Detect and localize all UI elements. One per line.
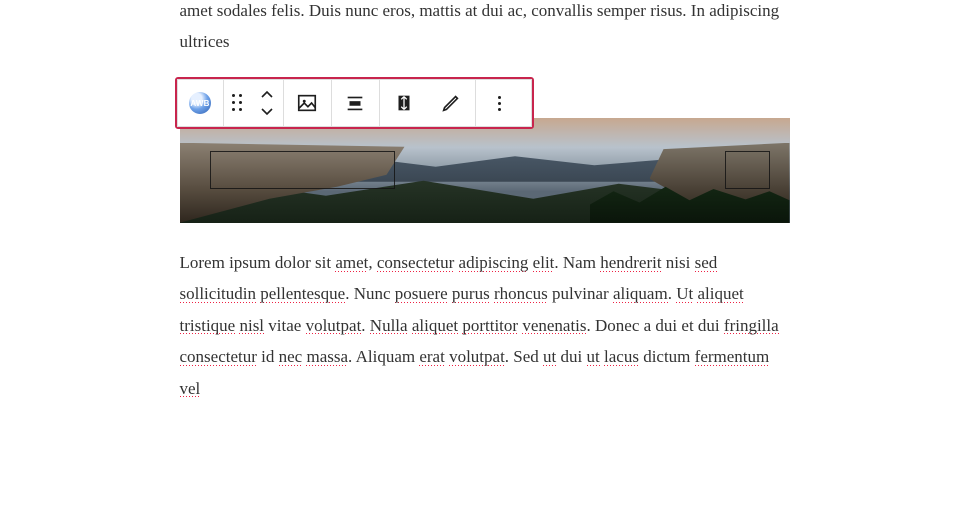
spellcheck-word[interactable]: purus	[452, 284, 490, 303]
text-run: vitae	[264, 316, 306, 335]
text-run: dictum	[639, 347, 695, 366]
spellcheck-word[interactable]: lacus	[604, 347, 639, 366]
chevron-down-icon	[261, 105, 273, 117]
focal-point-box-left[interactable]	[210, 151, 395, 189]
align-button[interactable]	[332, 80, 380, 126]
spellcheck-word[interactable]: ut	[543, 347, 556, 366]
spellcheck-word[interactable]: aliquet	[412, 316, 458, 335]
text-run: . Nam	[554, 253, 600, 272]
chevron-up-icon	[261, 89, 273, 101]
spellcheck-word[interactable]: amet	[335, 253, 368, 272]
pencil-icon	[440, 92, 462, 114]
move-buttons[interactable]	[252, 80, 284, 126]
spellcheck-word[interactable]: Nulla	[370, 316, 408, 335]
spellcheck-word[interactable]: hendrerit	[600, 253, 661, 272]
more-icon	[498, 96, 501, 111]
spellcheck-word[interactable]: vel	[180, 379, 201, 398]
spellcheck-word[interactable]: consectetur	[180, 347, 257, 366]
spellcheck-word[interactable]: consectetur	[377, 253, 454, 272]
paragraph-block[interactable]: venenatis. Donec a dui et dui fringilla …	[180, 0, 790, 58]
block-toolbar-highlight: AWB	[175, 77, 534, 129]
spellcheck-word[interactable]: volutpat	[306, 316, 362, 335]
spellcheck-word[interactable]: ut	[587, 347, 600, 366]
image-icon	[296, 92, 318, 114]
text-run: nisi	[662, 253, 695, 272]
spellcheck-word[interactable]: venenatis	[522, 316, 586, 335]
spellcheck-word[interactable]: volutpat	[449, 347, 505, 366]
text-run: . Nunc	[345, 284, 395, 303]
awb-logo-icon: AWB	[189, 92, 211, 114]
text-run: Lorem ipsum dolor sit	[180, 253, 336, 272]
drag-handle[interactable]	[224, 80, 252, 126]
full-height-button[interactable]	[380, 80, 428, 126]
text-run	[454, 253, 458, 272]
spellcheck-word[interactable]: sollicitudin	[180, 284, 257, 303]
spellcheck-word[interactable]: aliquam	[613, 284, 668, 303]
spellcheck-word[interactable]: pellentesque	[260, 284, 345, 303]
spellcheck-word[interactable]: massa	[306, 347, 348, 366]
spellcheck-word[interactable]: fermentum	[695, 347, 770, 366]
spellcheck-word[interactable]: Ut	[676, 284, 693, 303]
drag-icon	[232, 94, 244, 112]
spellcheck-word[interactable]: fringilla	[724, 316, 779, 335]
focal-point-box-right[interactable]	[725, 151, 770, 189]
spellcheck-word[interactable]: elit	[533, 253, 555, 272]
spellcheck-word[interactable]: aliquet	[697, 284, 743, 303]
more-options-button[interactable]	[476, 80, 524, 126]
spellcheck-word[interactable]: erat	[419, 347, 444, 366]
spellcheck-word[interactable]: nec	[279, 347, 303, 366]
text-run: id	[257, 347, 279, 366]
block-toolbar: AWB	[177, 79, 532, 127]
text-run: .	[361, 316, 370, 335]
paragraph-block[interactable]: Lorem ipsum dolor sit amet, consectetur …	[180, 247, 790, 404]
full-height-icon	[393, 92, 415, 114]
spellcheck-word[interactable]: rhoncus	[494, 284, 548, 303]
spellcheck-word[interactable]: nisl	[239, 316, 264, 335]
text-run: . Donec a dui et dui	[587, 316, 724, 335]
spellcheck-word[interactable]: tristique	[180, 316, 236, 335]
image-button[interactable]	[284, 80, 332, 126]
spellcheck-word[interactable]: posuere	[395, 284, 448, 303]
block-type-button[interactable]: AWB	[178, 80, 224, 126]
edit-button[interactable]	[428, 80, 476, 126]
text-run: .	[668, 284, 677, 303]
text-run: ,	[368, 253, 377, 272]
spellcheck-word[interactable]: porttitor	[462, 316, 518, 335]
align-icon	[344, 92, 366, 114]
spellcheck-word[interactable]: adipiscing	[459, 253, 529, 272]
awb-image-block[interactable]	[180, 118, 790, 223]
editor-canvas: venenatis. Donec a dui et dui fringilla …	[180, 0, 790, 404]
text-run: . Sed	[505, 347, 543, 366]
text-run: pulvinar	[548, 284, 613, 303]
spellcheck-word[interactable]: sed	[695, 253, 718, 272]
text-run: dui	[556, 347, 586, 366]
text-run: . Aliquam	[348, 347, 419, 366]
